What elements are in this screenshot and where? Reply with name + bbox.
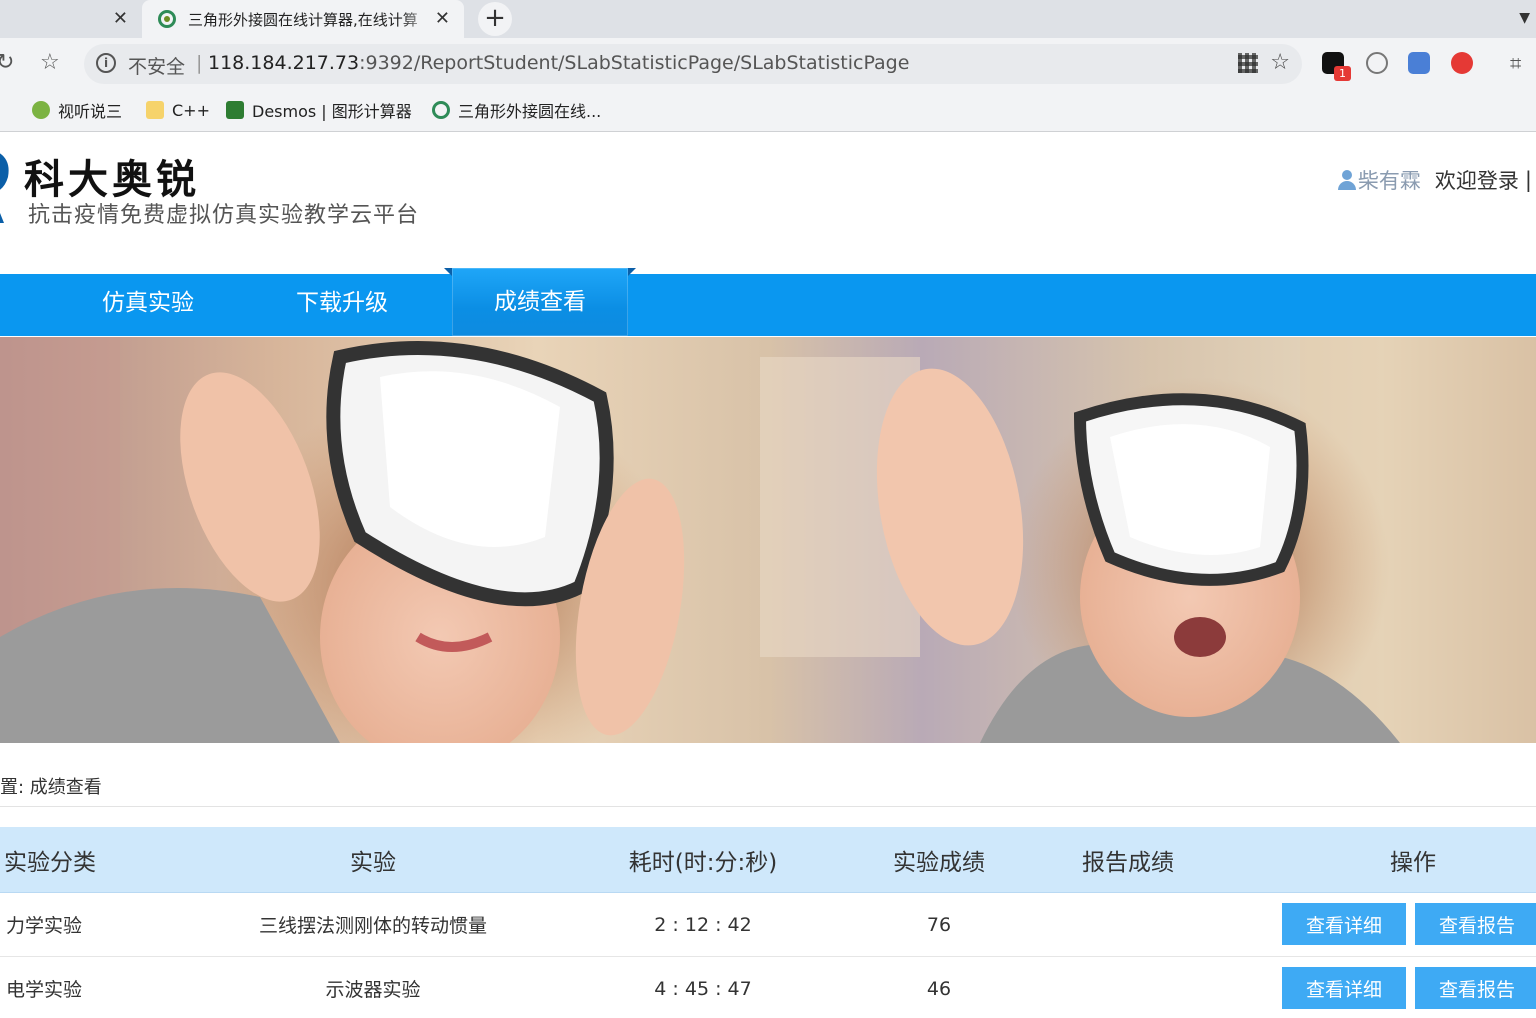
bookmark-item[interactable]: 三角形外接圆在线... bbox=[432, 98, 601, 122]
category-cell: 电学实验 bbox=[6, 979, 83, 1001]
close-tab-icon[interactable]: ✕ bbox=[113, 8, 128, 29]
table-row: 力学实验 三线摆法测刚体的转动惯量 2 : 12 : 42 76 查看详细 查看… bbox=[0, 893, 1536, 957]
user-area: 柴有霖 欢迎登录 | bbox=[1337, 165, 1532, 195]
bookmark-favicon-icon bbox=[32, 101, 50, 119]
address-bar[interactable]: i 不安全 | 118.184.217.73:9392/ReportStuden… bbox=[84, 44, 1302, 84]
extension-red-icon[interactable] bbox=[1451, 52, 1473, 74]
folder-icon bbox=[146, 101, 164, 119]
column-header: 报告成绩 bbox=[1082, 849, 1174, 876]
tab-previous[interactable]: ✕ bbox=[0, 0, 140, 38]
table-header: 实验分类 实验 耗时(时:分:秒) 实验成绩 报告成绩 操作 bbox=[0, 827, 1536, 893]
main-nav: 仿真实验 下载升级 成绩查看 bbox=[0, 268, 1536, 336]
column-header: 耗时(时:分:秒) bbox=[628, 849, 778, 876]
web-page: 科大奥锐 抗击疫情免费虚拟仿真实验教学云平台 柴有霖 欢迎登录 | 仿真实验 下… bbox=[0, 133, 1536, 1018]
crop-icon[interactable]: ⌗ bbox=[1510, 50, 1521, 76]
user-name-link[interactable]: 柴有霖 bbox=[1358, 165, 1421, 195]
view-report-button[interactable]: 查看报告 bbox=[1415, 903, 1536, 945]
hero-banner-image bbox=[0, 337, 1536, 743]
tab-active[interactable]: 三角形外接圆在线计算器,在线计算 ✕ bbox=[142, 0, 464, 38]
site-info-icon[interactable]: i bbox=[96, 53, 116, 73]
site-favicon-icon bbox=[158, 10, 176, 28]
bookmark-item[interactable]: 视听说三 bbox=[32, 98, 122, 122]
category-cell: 力学实验 bbox=[6, 915, 83, 937]
bookmark-label: 三角形外接圆在线... bbox=[458, 102, 602, 121]
bookmark-label: 视听说三 bbox=[58, 102, 123, 121]
bookmark-page-star-icon[interactable]: ☆ bbox=[1270, 50, 1290, 75]
url-path: :9392/ReportStudent/SLabStatisticPage/SL… bbox=[359, 52, 910, 74]
time-cell: 4 : 45 : 47 bbox=[654, 977, 752, 1000]
nav-grade-view[interactable]: 成绩查看 bbox=[444, 268, 636, 336]
nav-download-upgrade[interactable]: 下载升级 bbox=[254, 274, 430, 336]
bookmark-favicon-icon bbox=[432, 101, 450, 119]
column-header: 实验 bbox=[350, 849, 396, 876]
bookmark-label: C++ bbox=[172, 100, 210, 120]
bookmark-item[interactable]: Desmos | 图形计算器 bbox=[226, 98, 412, 122]
extension-cloud-icon[interactable] bbox=[1366, 52, 1388, 74]
qr-code-icon[interactable] bbox=[1238, 53, 1258, 73]
login-link[interactable]: 欢迎登录 bbox=[1435, 165, 1519, 195]
breadcrumb: 置: 成绩查看 bbox=[0, 777, 102, 798]
view-detail-button[interactable]: 查看详细 bbox=[1282, 903, 1406, 945]
desmos-icon bbox=[226, 101, 244, 119]
experiment-cell: 三线摆法测刚体的转动惯量 bbox=[258, 915, 487, 937]
omnibox-separator: | bbox=[196, 52, 203, 74]
tab-strip: ✕ 三角形外接圆在线计算器,在线计算 ✕ + ▼ bbox=[0, 0, 1536, 38]
bookmarks-bar: 视听说三 C++ Desmos | 图形计算器 三角形外接圆在线... bbox=[0, 90, 1536, 132]
url-host: 118.184.217.73 bbox=[208, 52, 360, 74]
grades-table: 实验分类 实验 耗时(时:分:秒) 实验成绩 报告成绩 操作 力学实验 三线摆法… bbox=[0, 827, 1536, 1018]
time-cell: 2 : 12 : 42 bbox=[654, 913, 752, 936]
column-header: 实验分类 bbox=[4, 849, 96, 876]
vr-banner-illustration bbox=[0, 337, 1536, 743]
view-report-button[interactable]: 查看报告 bbox=[1415, 967, 1536, 1009]
view-detail-button[interactable]: 查看详细 bbox=[1282, 967, 1406, 1009]
experiment-cell: 示波器实验 bbox=[325, 979, 421, 1001]
bookmark-folder[interactable]: C++ bbox=[146, 98, 210, 122]
column-header: 操作 bbox=[1390, 849, 1436, 876]
divider: | bbox=[1524, 168, 1532, 192]
column-header: 实验成绩 bbox=[893, 849, 985, 876]
score-cell: 46 bbox=[926, 977, 952, 1000]
nav-simulation-lab[interactable]: 仿真实验 bbox=[60, 274, 236, 336]
table-row: 电学实验 示波器实验 4 : 45 : 47 46 查看详细 查看报告 bbox=[0, 957, 1536, 1018]
tab-title: 三角形外接圆在线计算器,在线计算 bbox=[188, 10, 418, 29]
tab-search-chevron-icon[interactable]: ▼ bbox=[1519, 10, 1530, 26]
report-score-cell bbox=[1050, 957, 1206, 1018]
extension-badge: 1 bbox=[1334, 66, 1351, 81]
url-text[interactable]: 118.184.217.73:9392/ReportStudent/SLabSt… bbox=[208, 52, 909, 74]
translate-icon[interactable] bbox=[1408, 52, 1430, 74]
security-label[interactable]: 不安全 bbox=[128, 52, 185, 79]
close-tab-icon[interactable]: ✕ bbox=[435, 8, 450, 29]
logo-mark-icon bbox=[0, 153, 9, 223]
report-score-cell bbox=[1050, 893, 1206, 956]
divider bbox=[0, 806, 1536, 807]
reload-icon[interactable]: ↻ bbox=[0, 50, 14, 76]
bookmark-star-icon[interactable]: ☆ bbox=[40, 50, 60, 76]
user-icon bbox=[1337, 170, 1356, 190]
new-tab-button[interactable]: + bbox=[478, 2, 512, 36]
score-cell: 76 bbox=[926, 913, 952, 936]
bookmark-label: Desmos | 图形计算器 bbox=[252, 102, 412, 121]
browser-toolbar: ↻ ☆ i 不安全 | 118.184.217.73:9392/ReportSt… bbox=[0, 38, 1536, 90]
site-logo-subtitle: 抗击疫情免费虚拟仿真实验教学云平台 bbox=[28, 203, 420, 228]
